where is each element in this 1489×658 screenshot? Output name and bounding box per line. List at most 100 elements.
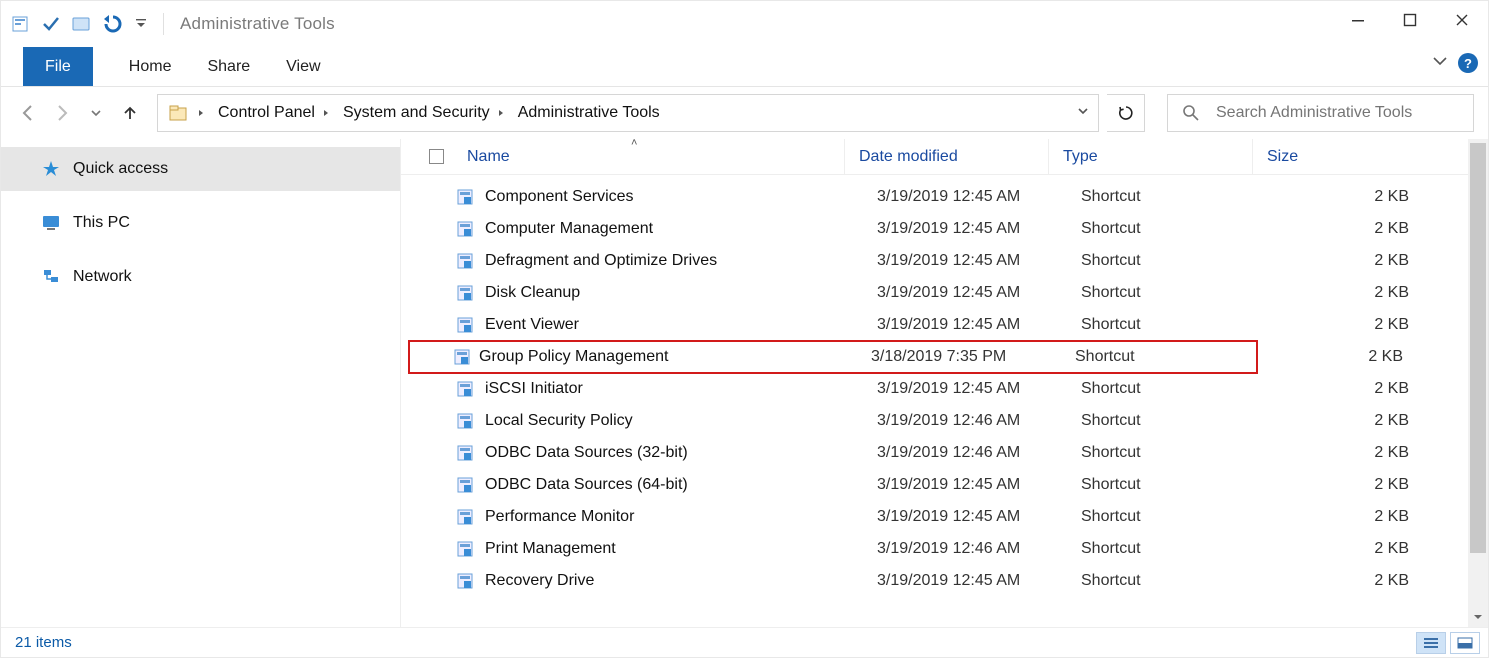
shortcut-icon	[453, 475, 479, 495]
main-area: Quick access This PC Network Name˄ Date …	[1, 139, 1488, 627]
undo-icon[interactable]	[99, 12, 123, 36]
back-button[interactable]	[15, 100, 41, 126]
scroll-down-icon[interactable]	[1468, 607, 1488, 627]
tab-share[interactable]: Share	[207, 47, 250, 86]
scrollbar-thumb[interactable]	[1470, 143, 1486, 553]
view-large-icons-button[interactable]	[1450, 632, 1480, 654]
refresh-button[interactable]	[1107, 94, 1145, 132]
star-icon	[41, 159, 61, 179]
file-row[interactable]: Event Viewer3/19/2019 12:45 AMShortcut2 …	[401, 309, 1468, 341]
file-name: Group Policy Management	[479, 348, 871, 366]
file-size: 2 KB	[1285, 380, 1415, 398]
explorer-window: formation on configuring the MDM authori…	[0, 0, 1489, 658]
help-button[interactable]: ?	[1458, 53, 1478, 73]
file-type: Shortcut	[1075, 348, 1279, 366]
file-type: Shortcut	[1081, 188, 1285, 206]
folder-icon[interactable]	[69, 12, 93, 36]
sidebar-item-quick-access[interactable]: Quick access	[1, 147, 400, 191]
file-row[interactable]: ODBC Data Sources (64-bit)3/19/2019 12:4…	[401, 469, 1468, 501]
shortcut-icon	[453, 411, 479, 431]
column-date[interactable]: Date modified	[845, 139, 1049, 174]
file-row[interactable]: Recovery Drive3/19/2019 12:45 AMShortcut…	[401, 565, 1468, 597]
file-name: Disk Cleanup	[485, 284, 877, 302]
forward-button[interactable]	[49, 100, 75, 126]
file-type: Shortcut	[1081, 316, 1285, 334]
up-button[interactable]	[117, 100, 143, 126]
network-icon	[41, 267, 61, 287]
file-date: 3/19/2019 12:46 AM	[877, 412, 1081, 430]
file-date: 3/19/2019 12:45 AM	[877, 572, 1081, 590]
sidebar-item-label: This PC	[73, 214, 130, 232]
sidebar-item-network[interactable]: Network	[1, 255, 400, 299]
file-row[interactable]: Group Policy Management3/18/2019 7:35 PM…	[409, 341, 1257, 373]
column-name[interactable]: Name˄	[453, 139, 845, 174]
file-row[interactable]: Defragment and Optimize Drives3/19/2019 …	[401, 245, 1468, 277]
qat-dropdown-icon[interactable]	[129, 12, 153, 36]
file-size: 2 KB	[1279, 348, 1409, 366]
search-icon	[1182, 104, 1200, 122]
tab-view[interactable]: View	[286, 47, 320, 86]
expand-ribbon-icon[interactable]	[1432, 53, 1448, 73]
file-type: Shortcut	[1081, 220, 1285, 238]
close-button[interactable]	[1436, 1, 1488, 39]
breadcrumb-0[interactable]: Control Panel	[212, 104, 337, 122]
checkmark-icon[interactable]	[39, 12, 63, 36]
file-size: 2 KB	[1285, 572, 1415, 590]
breadcrumb-1[interactable]: System and Security	[337, 104, 512, 122]
shortcut-icon	[453, 443, 479, 463]
file-row[interactable]: iSCSI Initiator3/19/2019 12:45 AMShortcu…	[401, 373, 1468, 405]
recent-dropdown-icon[interactable]	[83, 100, 109, 126]
scrollbar[interactable]	[1468, 139, 1488, 627]
file-row[interactable]: Print Management3/19/2019 12:46 AMShortc…	[401, 533, 1468, 565]
file-tab[interactable]: File	[23, 47, 93, 86]
file-type: Shortcut	[1081, 252, 1285, 270]
sort-asc-icon: ˄	[631, 139, 637, 149]
file-name: Defragment and Optimize Drives	[485, 252, 877, 270]
location-icon[interactable]	[162, 103, 212, 123]
search-input[interactable]	[1214, 103, 1473, 123]
sidebar-item-label: Network	[73, 268, 132, 286]
nav-tree: Quick access This PC Network	[1, 139, 401, 627]
file-row[interactable]: ODBC Data Sources (32-bit)3/19/2019 12:4…	[401, 437, 1468, 469]
address-dropdown-icon[interactable]	[1076, 104, 1090, 122]
column-size[interactable]: Size	[1253, 139, 1468, 174]
view-details-button[interactable]	[1416, 632, 1446, 654]
file-row[interactable]: Component Services3/19/2019 12:45 AMShor…	[401, 181, 1468, 213]
file-name: Performance Monitor	[485, 508, 877, 526]
file-size: 2 KB	[1285, 444, 1415, 462]
file-type: Shortcut	[1081, 540, 1285, 558]
pc-icon	[41, 213, 61, 233]
file-size: 2 KB	[1285, 220, 1415, 238]
address-bar[interactable]: Control Panel System and Security Admini…	[157, 94, 1099, 132]
breadcrumb-2[interactable]: Administrative Tools	[512, 104, 666, 122]
file-size: 2 KB	[1285, 412, 1415, 430]
file-type: Shortcut	[1081, 284, 1285, 302]
item-count: 21 items	[15, 634, 72, 651]
column-type[interactable]: Type	[1049, 139, 1253, 174]
file-name: Event Viewer	[485, 316, 877, 334]
file-name: Computer Management	[485, 220, 877, 238]
minimize-button[interactable]	[1332, 1, 1384, 39]
tab-home[interactable]: Home	[129, 47, 172, 86]
file-type: Shortcut	[1081, 412, 1285, 430]
file-row[interactable]: Performance Monitor3/19/2019 12:45 AMSho…	[401, 501, 1468, 533]
file-date: 3/19/2019 12:46 AM	[877, 540, 1081, 558]
column-checkbox[interactable]	[419, 139, 453, 174]
content-pane: Name˄ Date modified Type Size Component …	[401, 139, 1488, 627]
file-row[interactable]: Local Security Policy3/19/2019 12:46 AMS…	[401, 405, 1468, 437]
sidebar-item-this-pc[interactable]: This PC	[1, 201, 400, 245]
file-row[interactable]: Computer Management3/19/2019 12:45 AMSho…	[401, 213, 1468, 245]
maximize-button[interactable]	[1384, 1, 1436, 39]
file-row[interactable]: Disk Cleanup3/19/2019 12:45 AMShortcut2 …	[401, 277, 1468, 309]
shortcut-icon	[453, 315, 479, 335]
file-name: Local Security Policy	[485, 412, 877, 430]
file-date: 3/19/2019 12:45 AM	[877, 220, 1081, 238]
status-bar: 21 items	[1, 627, 1488, 657]
file-date: 3/18/2019 7:35 PM	[871, 348, 1075, 366]
properties-icon[interactable]	[9, 12, 33, 36]
file-size: 2 KB	[1285, 316, 1415, 334]
search-box[interactable]	[1167, 94, 1474, 132]
file-name: ODBC Data Sources (32-bit)	[485, 444, 877, 462]
file-date: 3/19/2019 12:46 AM	[877, 444, 1081, 462]
file-date: 3/19/2019 12:45 AM	[877, 476, 1081, 494]
